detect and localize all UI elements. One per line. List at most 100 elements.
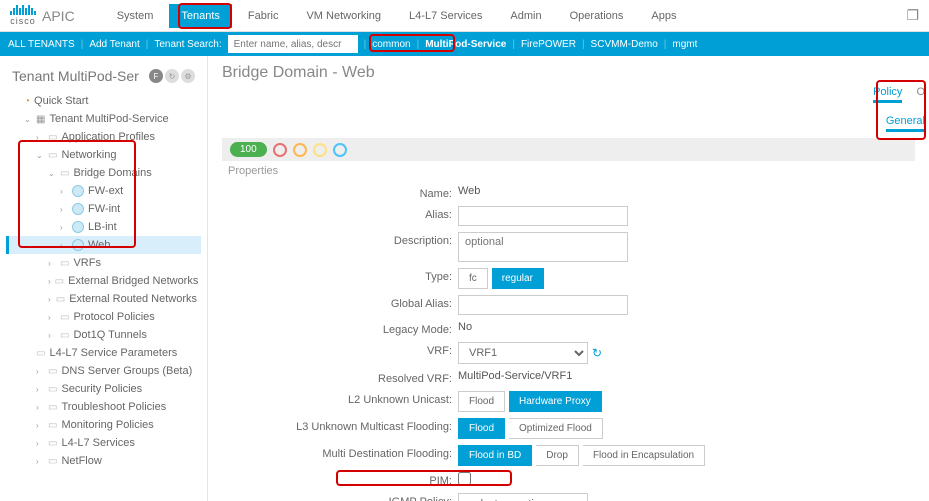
tree-quick-start[interactable]: ◔Quick Start [6, 92, 201, 110]
tree-dot1q-tunnels[interactable]: ›▭Dot1Q Tunnels [6, 326, 201, 344]
expand-icon[interactable]: › [60, 223, 68, 232]
expand-icon[interactable]: › [60, 187, 68, 196]
top-header: cisco APIC System Tenants Fabric VM Netw… [0, 0, 929, 32]
label-multi-dest: Multi Destination Flooding: [282, 445, 452, 460]
folder-icon: ▭ [36, 348, 45, 359]
apic-text: APIC [42, 8, 75, 24]
btn-md-flood-enc[interactable]: Flood in Encapsulation [583, 445, 705, 466]
btn-l3-optimized[interactable]: Optimized Flood [509, 418, 603, 439]
tree-vrfs[interactable]: ›▭VRFs [6, 254, 201, 272]
checkbox-pim[interactable] [458, 472, 471, 485]
subnav-scvmm-demo[interactable]: SCVMM-Demo [591, 39, 658, 50]
expand-icon[interactable]: › [36, 385, 44, 394]
expand-icon[interactable]: › [48, 259, 56, 268]
expand-icon[interactable]: › [60, 205, 68, 214]
input-alias[interactable] [458, 206, 628, 226]
tree-netflow[interactable]: ›▭NetFlow [6, 452, 201, 470]
separator: | [417, 39, 420, 50]
tree-security-policies[interactable]: ›▭Security Policies [6, 380, 201, 398]
cisco-apic-logo: cisco APIC [10, 5, 75, 26]
collapse-icon[interactable]: ⌄ [36, 151, 44, 160]
expand-icon[interactable]: › [48, 295, 52, 304]
feedback-icon[interactable]: ❐ [906, 7, 919, 24]
input-global-alias[interactable] [458, 295, 628, 315]
nav-operations[interactable]: Operations [558, 4, 636, 28]
label-global-alias: Global Alias: [282, 295, 452, 310]
history-icon[interactable]: ↻ [165, 69, 179, 83]
subnav-add-tenant[interactable]: Add Tenant [89, 39, 139, 50]
subnav-common[interactable]: common [372, 39, 410, 50]
tree-networking[interactable]: ⌄▭Networking [6, 146, 201, 164]
tree-external-bridged[interactable]: ›▭External Bridged Networks [6, 272, 201, 290]
expand-icon[interactable]: › [36, 367, 44, 376]
expand-icon[interactable]: › [48, 277, 51, 286]
expand-icon[interactable]: › [36, 403, 44, 412]
tree-tenant-root[interactable]: ⌄▦Tenant MultiPod-Service [6, 110, 201, 128]
btn-type-fc[interactable]: fc [458, 268, 488, 289]
subnav-firepower[interactable]: FirePOWER [521, 39, 576, 50]
fault-critical-icon[interactable] [273, 143, 287, 157]
tree-l4l7-services[interactable]: ›▭L4-L7 Services [6, 434, 201, 452]
collapse-icon[interactable]: ⌄ [48, 169, 56, 178]
expand-icon[interactable]: › [48, 331, 56, 340]
tenant-search-input[interactable] [228, 35, 358, 53]
tree-bd-fw-ext[interactable]: › FW-ext [6, 182, 201, 200]
btn-md-drop[interactable]: Drop [536, 445, 579, 466]
btn-md-flood-bd[interactable]: Flood in BD [458, 445, 532, 466]
fault-major-icon[interactable] [293, 143, 307, 157]
expand-icon[interactable]: › [36, 457, 44, 466]
nav-fabric[interactable]: Fabric [236, 4, 291, 28]
tree-dns-groups[interactable]: ›▭DNS Server Groups (Beta) [6, 362, 201, 380]
tree-bd-lb-int[interactable]: ›LB-int [6, 218, 201, 236]
tab-general[interactable]: General [886, 115, 925, 132]
expand-icon[interactable]: › [36, 439, 44, 448]
tree-bd-fw-int[interactable]: › FW-int [6, 200, 201, 218]
tree-monitoring[interactable]: ›▭Monitoring Policies [6, 416, 201, 434]
seg-multi-dest: Flood in BDDropFlood in Encapsulation [458, 445, 705, 466]
btn-l2-hw-proxy[interactable]: Hardware Proxy [509, 391, 602, 412]
folder-icon: ▭ [48, 438, 57, 449]
tree-label: Troubleshoot Policies [61, 401, 166, 413]
subnav-mgmt[interactable]: mgmt [672, 39, 697, 50]
subnav-multipod-service[interactable]: MultiPod-Service [425, 39, 506, 50]
nav-l4l7-services[interactable]: L4-L7 Services [397, 4, 494, 28]
tree-label: FW-ext [88, 185, 123, 197]
btn-l3-flood[interactable]: Flood [458, 418, 505, 439]
tab-policy[interactable]: Policy [873, 86, 902, 103]
expand-icon[interactable]: › [36, 133, 44, 142]
select-vrf[interactable]: VRF1 [458, 342, 588, 364]
expand-icon[interactable]: › [36, 421, 44, 430]
nav-system[interactable]: System [105, 4, 166, 28]
nav-admin[interactable]: Admin [498, 4, 553, 28]
label-l2-unknown: L2 Unknown Unicast: [282, 391, 452, 406]
tree-troubleshoot[interactable]: ›▭Troubleshoot Policies [6, 398, 201, 416]
expand-icon[interactable]: › [48, 313, 56, 322]
health-score[interactable]: 100 [230, 142, 267, 157]
tree-bridge-domains[interactable]: ⌄▭Bridge Domains [6, 164, 201, 182]
fault-minor-icon[interactable] [313, 143, 327, 157]
input-description[interactable] [458, 232, 628, 262]
properties-heading: Properties [228, 165, 915, 177]
select-igmp[interactable]: select an option [458, 493, 588, 501]
settings-icon[interactable]: ⚙ [181, 69, 195, 83]
subnav-all-tenants[interactable]: ALL TENANTS [8, 39, 75, 50]
collapse-icon[interactable]: ⌄ [24, 115, 32, 124]
btn-type-regular[interactable]: regular [492, 268, 544, 289]
tree-l4l7-params[interactable]: ▭L4-L7 Service Parameters [6, 344, 201, 362]
btn-l2-flood[interactable]: Flood [458, 391, 505, 412]
vrf-open-icon[interactable]: ↻ [592, 346, 602, 360]
tree-label: Tenant MultiPod-Service [49, 113, 168, 125]
filter-icon[interactable]: F [149, 69, 163, 83]
expand-icon[interactable]: › [60, 241, 68, 250]
tree-protocol-policies[interactable]: ›▭Protocol Policies [6, 308, 201, 326]
nav-tenants[interactable]: Tenants [169, 4, 232, 28]
tree-app-profiles[interactable]: ›▭Application Profiles [6, 128, 201, 146]
nav-apps[interactable]: Apps [639, 4, 688, 28]
tree-bd-web[interactable]: ›Web [6, 236, 201, 254]
tree-label: FW-int [88, 203, 120, 215]
label-description: Description: [282, 232, 452, 247]
nav-vm-networking[interactable]: VM Networking [294, 4, 393, 28]
fault-warning-icon[interactable] [333, 143, 347, 157]
tab-other[interactable]: O [916, 86, 925, 103]
tree-external-routed[interactable]: ›▭External Routed Networks [6, 290, 201, 308]
